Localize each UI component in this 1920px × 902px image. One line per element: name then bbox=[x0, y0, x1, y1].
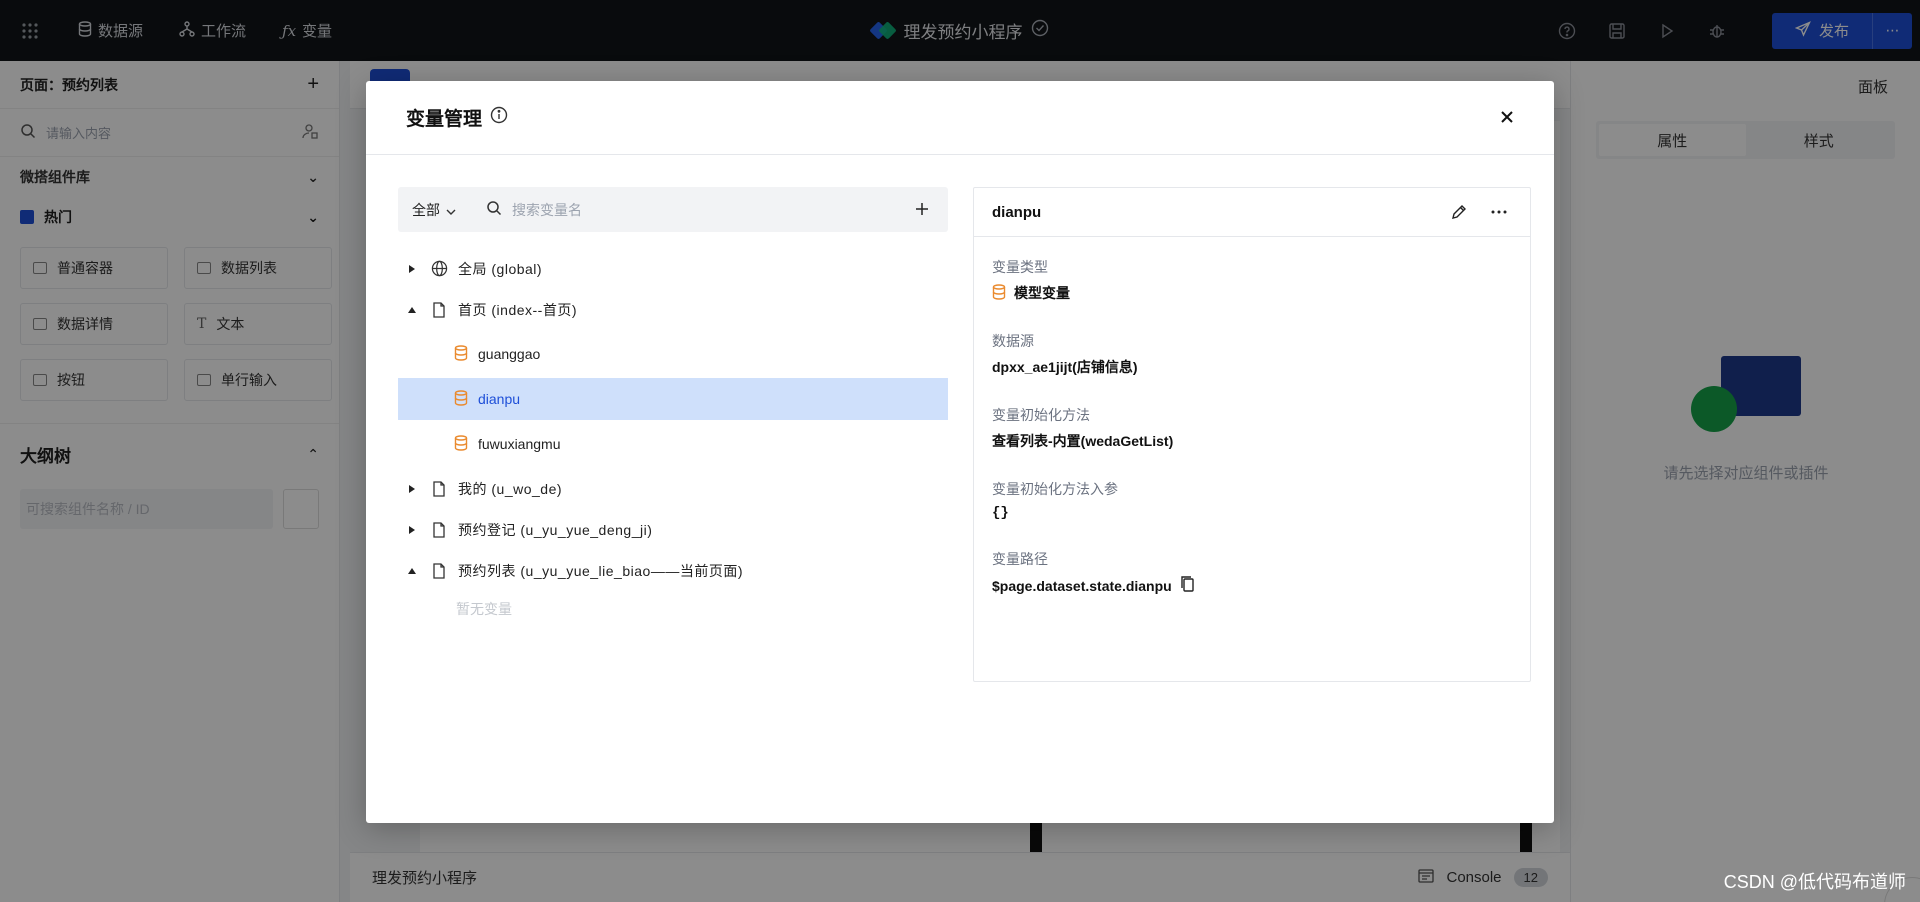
variable-name: fuwuxiangmu bbox=[478, 436, 561, 452]
field-init-params: 变量初始化方法入参 {} bbox=[992, 479, 1512, 521]
tree-node-label: 预约登记 (u_yu_yue_deng_ji) bbox=[458, 521, 653, 538]
variable-tree: 全局 (global) 首页 (index--首页) guanggao dian… bbox=[398, 248, 948, 627]
scope-filter-select[interactable]: 全部 bbox=[412, 200, 472, 220]
tree-node-index[interactable]: 首页 (index--首页) bbox=[398, 289, 948, 330]
field-label: 变量路径 bbox=[992, 551, 1048, 567]
field-label: 变量类型 bbox=[992, 259, 1048, 275]
detail-header: dianpu bbox=[974, 188, 1530, 237]
caret-right-icon[interactable] bbox=[404, 264, 420, 273]
tree-node-global[interactable]: 全局 (global) bbox=[398, 248, 948, 289]
variable-filter-bar: 全部 bbox=[398, 187, 948, 232]
close-button[interactable] bbox=[1492, 103, 1522, 133]
caret-right-icon[interactable] bbox=[404, 525, 420, 534]
page-icon bbox=[430, 521, 448, 538]
variable-tree-panel: 全部 全局 (global) 首页 (index--首页) bbox=[398, 187, 948, 627]
field-variable-type: 变量类型 模型变量 bbox=[992, 257, 1512, 303]
tree-node-liebiao[interactable]: 预约列表 (u_yu_yue_lie_biao——当前页面) bbox=[398, 550, 948, 591]
variable-item-fuwuxiangmu[interactable]: fuwuxiangmu bbox=[398, 423, 948, 465]
info-icon[interactable] bbox=[490, 106, 508, 130]
edit-pencil-icon[interactable] bbox=[1446, 199, 1472, 225]
page-icon bbox=[430, 301, 448, 318]
field-value: 模型变量 bbox=[992, 283, 1512, 303]
variable-item-guanggao[interactable]: guanggao bbox=[398, 333, 948, 375]
init-method-value: 查看列表-内置(wedaGetList) bbox=[992, 433, 1174, 449]
field-variable-path: 变量路径 $page.dataset.state.dianpu bbox=[992, 549, 1512, 596]
globe-icon bbox=[430, 260, 448, 277]
dialog-header: 变量管理 bbox=[366, 81, 1554, 155]
detail-body: 变量类型 模型变量 数据源 dpxx_ae1jijt(店铺信息) 变量初始化方法… bbox=[974, 237, 1530, 644]
tree-node-label: 我的 (u_wo_de) bbox=[458, 480, 563, 497]
model-variable-icon bbox=[454, 389, 468, 409]
field-init-method: 变量初始化方法 查看列表-内置(wedaGetList) bbox=[992, 405, 1512, 451]
variable-item-dianpu[interactable]: dianpu bbox=[398, 378, 948, 420]
more-options-icon[interactable] bbox=[1486, 199, 1512, 225]
variable-path-row: $page.dataset.state.dianpu bbox=[992, 575, 1512, 596]
model-variable-icon bbox=[454, 434, 468, 454]
dialog-title-text: 变量管理 bbox=[406, 109, 483, 130]
empty-variables-text: 暂无变量 bbox=[456, 601, 512, 617]
variable-detail-card: dianpu 变量类型 模型变量 数据源 dpxx_ae1jijt(店铺信息) … bbox=[973, 187, 1531, 682]
variable-name: guanggao bbox=[478, 346, 541, 362]
close-icon bbox=[1501, 110, 1513, 126]
tree-node-label: 预约列表 (u_yu_yue_lie_biao——当前页面) bbox=[458, 562, 743, 579]
chevron-down-icon bbox=[446, 202, 456, 218]
tree-node-label: 首页 (index--首页) bbox=[458, 301, 578, 318]
plus-icon bbox=[916, 202, 928, 218]
field-label: 变量初始化方法入参 bbox=[992, 481, 1118, 497]
page-icon bbox=[430, 480, 448, 497]
field-datasource: 数据源 dpxx_ae1jijt(店铺信息) bbox=[992, 331, 1512, 377]
dialog-title: 变量管理 bbox=[406, 104, 508, 131]
scope-filter-value: 全部 bbox=[412, 201, 440, 218]
caret-down-icon[interactable] bbox=[404, 567, 420, 574]
variable-path-value: $page.dataset.state.dianpu bbox=[992, 577, 1172, 594]
caret-right-icon[interactable] bbox=[404, 484, 420, 493]
detail-variable-name: dianpu bbox=[992, 203, 1042, 221]
variable-search bbox=[486, 200, 910, 219]
field-label: 数据源 bbox=[992, 333, 1034, 349]
datasource-value: dpxx_ae1jijt(店铺信息) bbox=[992, 359, 1138, 375]
model-variable-icon bbox=[992, 283, 1006, 303]
page-icon bbox=[430, 562, 448, 579]
field-label: 变量初始化方法 bbox=[992, 407, 1090, 423]
model-variable-icon bbox=[454, 344, 468, 364]
variable-search-input[interactable] bbox=[512, 201, 872, 218]
variable-name: dianpu bbox=[478, 391, 521, 407]
tree-node-label: 全局 (global) bbox=[458, 260, 543, 277]
tree-node-wode[interactable]: 我的 (u_wo_de) bbox=[398, 468, 948, 509]
variable-manager-dialog: 变量管理 全部 全局 (global) bbox=[366, 81, 1554, 823]
tree-node-dengji[interactable]: 预约登记 (u_yu_yue_deng_ji) bbox=[398, 509, 948, 550]
watermark: CSDN @低代码布道师 bbox=[1723, 872, 1906, 892]
search-icon bbox=[486, 200, 502, 219]
add-variable-button[interactable] bbox=[910, 198, 934, 222]
variable-type-value: 模型变量 bbox=[1014, 285, 1070, 301]
copy-icon[interactable] bbox=[1180, 575, 1196, 596]
init-params-value: {} bbox=[992, 505, 1009, 521]
caret-down-icon[interactable] bbox=[404, 306, 420, 313]
